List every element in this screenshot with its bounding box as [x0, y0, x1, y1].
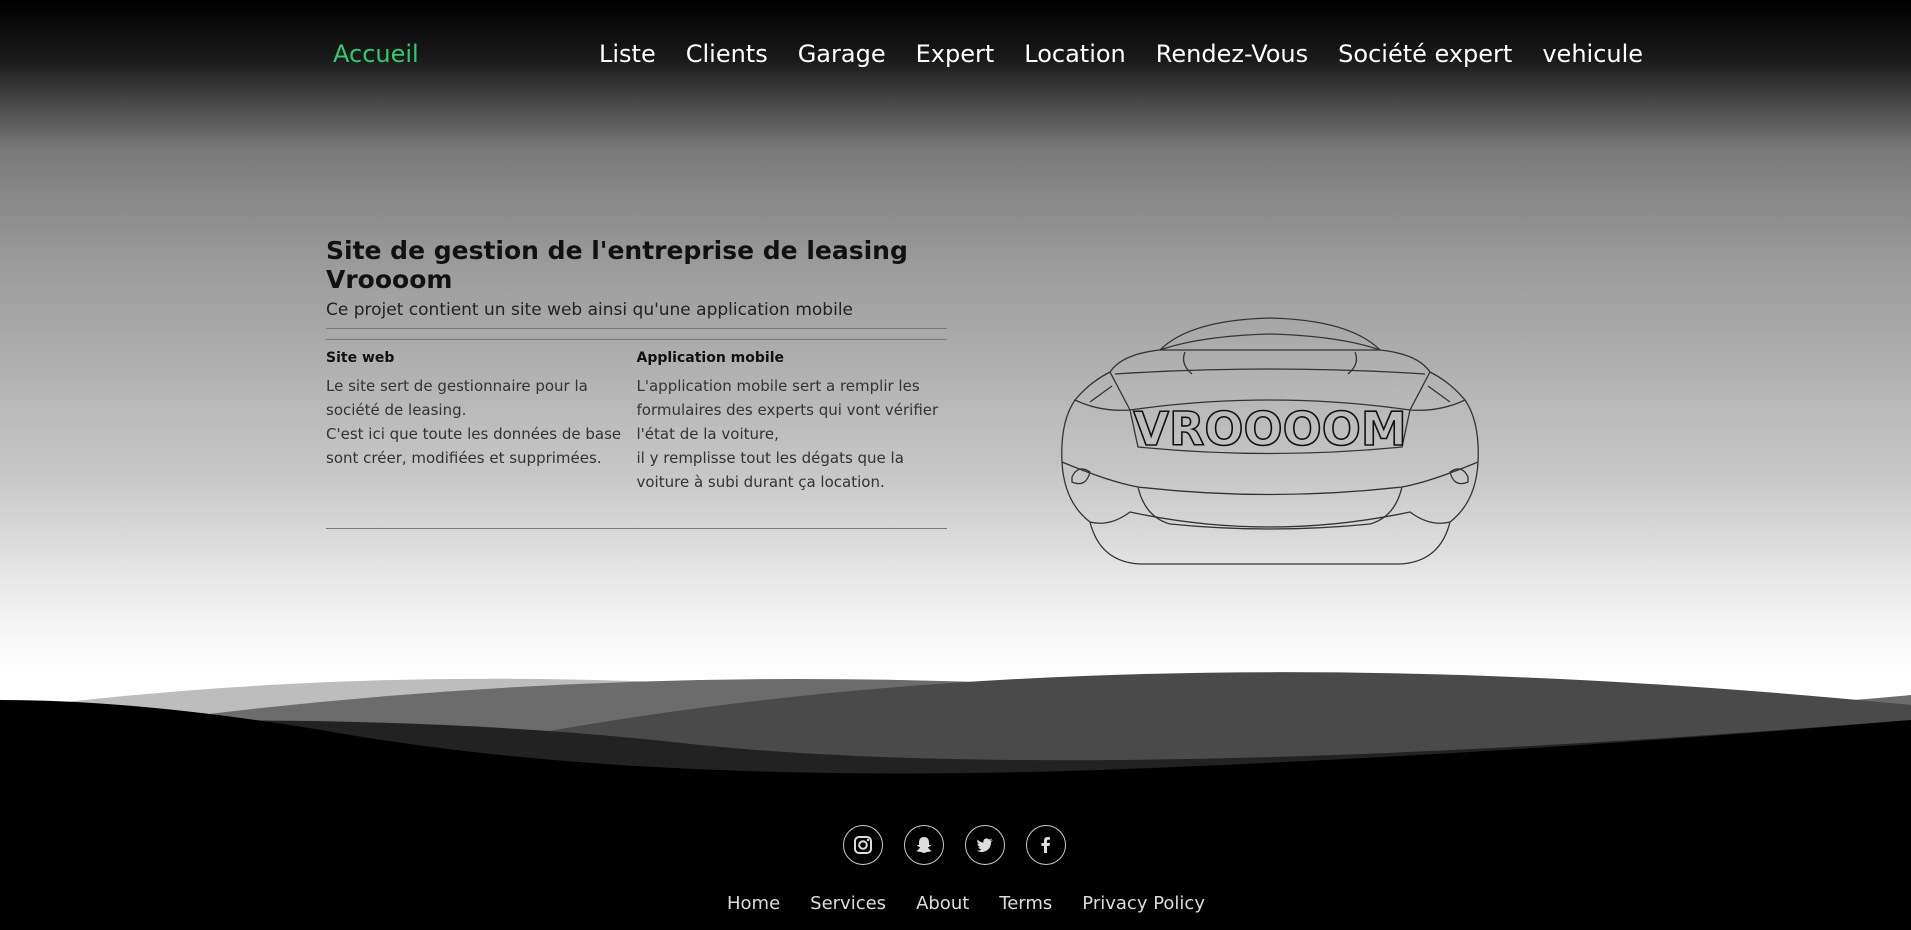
nav-vehicule[interactable]: vehicule [1542, 40, 1643, 68]
page-title: Site de gestion de l'entreprise de leasi… [326, 236, 908, 294]
nav-location[interactable]: Location [1024, 40, 1126, 68]
twitter-icon[interactable] [965, 825, 1005, 865]
feature-site-web: Site web Le site sert de gestionnaire po… [326, 350, 637, 494]
footer-link-terms[interactable]: Terms [999, 893, 1052, 914]
top-navigation-bar: Accueil Liste Clients Garage Expert Loca… [0, 0, 1911, 110]
footer-link-services[interactable]: Services [810, 893, 886, 914]
feature-heading: Application mobile [636, 350, 785, 366]
intro-section: Site de gestion de l'entreprise de leasi… [326, 236, 947, 529]
footer-links: Home Services About Terms Privacy Policy [727, 893, 1205, 914]
main-nav: Liste Clients Garage Expert Location Ren… [599, 40, 1643, 68]
nav-liste[interactable]: Liste [599, 40, 656, 68]
feature-application-mobile: Application mobile L'application mobile … [637, 350, 948, 494]
feature-text: Le site sert de gestionnaire pour la soc… [326, 377, 588, 419]
feature-text: L'application mobile sert a remplir les … [636, 377, 939, 443]
divider [326, 528, 947, 529]
feature-heading: Site web [326, 350, 395, 366]
footer-link-home[interactable]: Home [727, 893, 780, 914]
social-links [843, 825, 1066, 865]
divider [326, 339, 947, 340]
nav-garage[interactable]: Garage [798, 40, 886, 68]
feature-text: C'est ici que toute les données de base … [326, 425, 622, 467]
nav-home-link[interactable]: Accueil [333, 40, 419, 68]
page-subtitle: Ce projet contient un site web ainsi qu'… [326, 300, 854, 320]
decorative-waves [0, 672, 1911, 790]
feature-text: il y remplisse tout les dégats que la vo… [636, 449, 904, 491]
nav-societe-expert[interactable]: Société expert [1338, 40, 1512, 68]
footer-link-about[interactable]: About [916, 893, 969, 914]
nav-rendez-vous[interactable]: Rendez-Vous [1156, 40, 1308, 68]
feature-columns: Site web Le site sert de gestionnaire po… [326, 350, 947, 494]
car-front-outline-icon: VROOOOM [1061, 317, 1479, 565]
nav-expert[interactable]: Expert [916, 40, 995, 68]
instagram-icon[interactable] [843, 825, 883, 865]
nav-clients[interactable]: Clients [686, 40, 768, 68]
footer-link-privacy-policy[interactable]: Privacy Policy [1082, 893, 1205, 914]
facebook-icon[interactable] [1026, 825, 1066, 865]
divider [326, 328, 947, 329]
car-logo-text: VROOOOM [1133, 402, 1406, 456]
snapchat-icon[interactable] [904, 825, 944, 865]
